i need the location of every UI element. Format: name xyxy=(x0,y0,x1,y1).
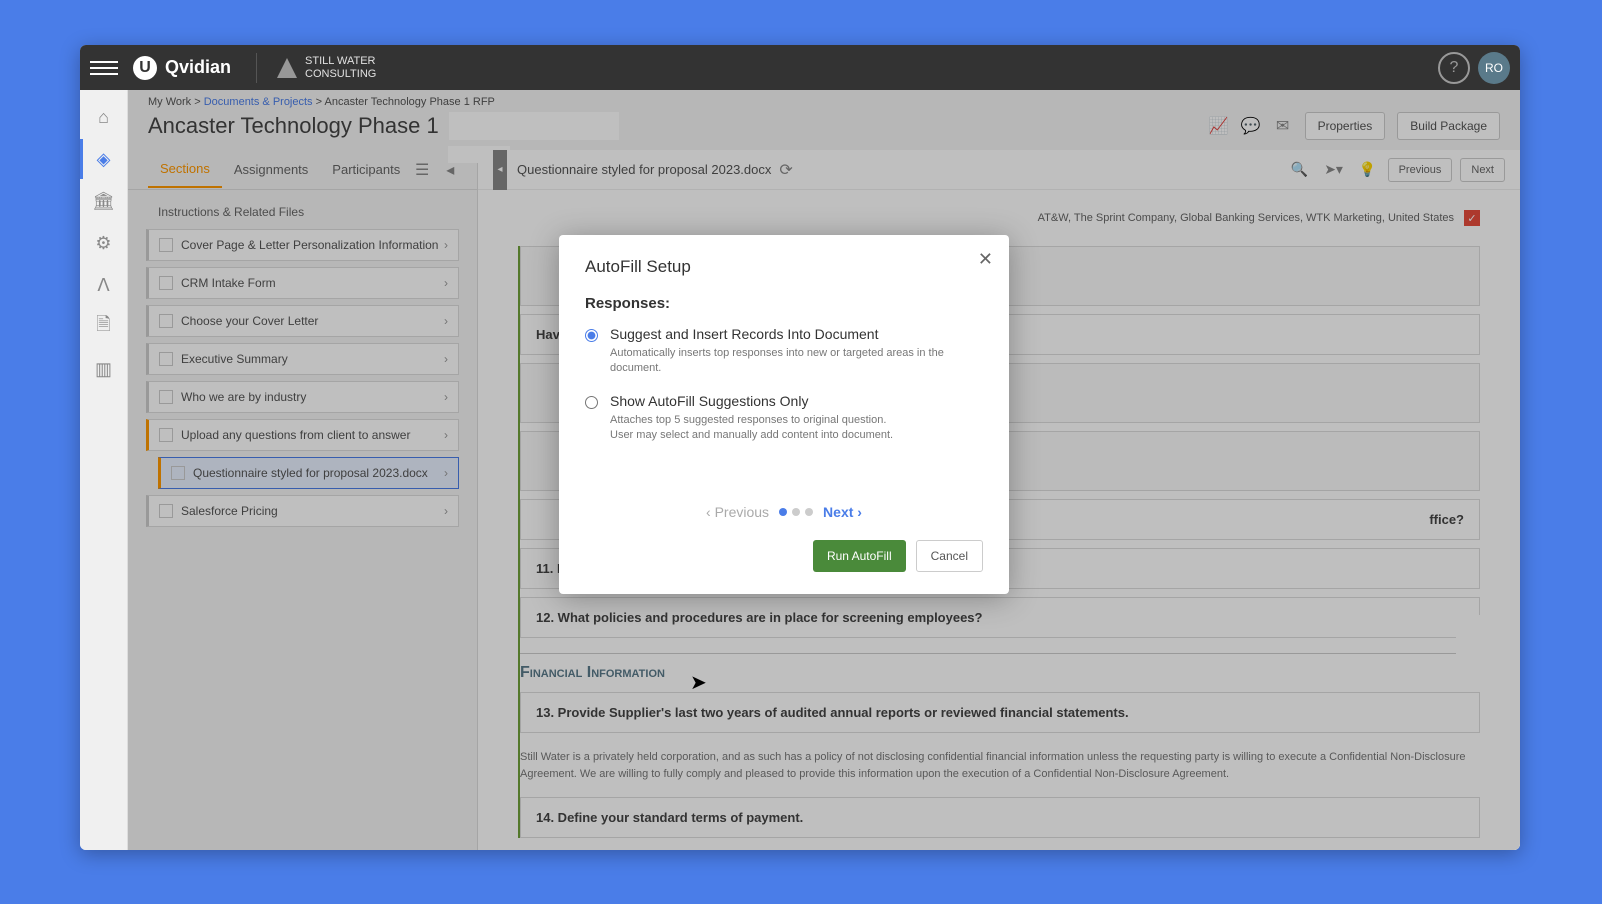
close-icon[interactable]: ✕ xyxy=(978,249,993,270)
option-desc: Automatically inserts top responses into… xyxy=(610,346,983,377)
stepper-next[interactable]: Next › xyxy=(823,504,862,520)
document-icon[interactable]: 🗎 xyxy=(92,315,116,339)
radio-insert[interactable] xyxy=(585,329,598,342)
radio-suggest[interactable] xyxy=(585,396,598,409)
option-desc: User may select and manually add content… xyxy=(610,428,893,443)
menu-icon[interactable] xyxy=(90,54,118,82)
left-rail: ⌂ ◈ 🏛 ⚙ ᐱ 🗎 ▥ xyxy=(80,90,128,850)
modal-title: AutoFill Setup xyxy=(585,257,983,277)
step-dot[interactable] xyxy=(792,508,800,516)
compass-icon[interactable]: ᐱ xyxy=(92,273,116,297)
autofill-modal: ✕ AutoFill Setup Responses: Suggest and … xyxy=(559,235,1009,594)
option-title: Show AutoFill Suggestions Only xyxy=(610,393,893,409)
cancel-button[interactable]: Cancel xyxy=(916,540,983,572)
company-line1: STILL WATER xyxy=(305,55,376,67)
chart-icon[interactable]: ▥ xyxy=(92,357,116,381)
brand-logo-icon: U xyxy=(133,56,157,80)
option-desc: Attaches top 5 suggested responses to or… xyxy=(610,413,893,428)
option-title: Suggest and Insert Records Into Document xyxy=(610,326,983,342)
brand-name: Qvidian xyxy=(165,57,231,78)
settings-icon[interactable]: ⚙ xyxy=(92,231,116,255)
modal-overlay: ✕ AutoFill Setup Responses: Suggest and … xyxy=(128,90,1520,850)
radio-option-suggest[interactable]: Show AutoFill Suggestions Only Attaches … xyxy=(585,393,983,444)
step-dot[interactable] xyxy=(779,508,787,516)
company-logo: STILL WATER CONSULTING xyxy=(277,55,376,79)
sail-icon xyxy=(277,58,297,78)
library-icon[interactable]: 🏛 xyxy=(92,189,116,213)
stepper-prev: ‹ Previous xyxy=(706,504,769,520)
help-icon[interactable]: ? xyxy=(1438,52,1470,84)
modal-stepper: ‹ Previous Next › xyxy=(585,504,983,520)
modal-subtitle: Responses: xyxy=(585,295,983,312)
company-line2: CONSULTING xyxy=(305,68,376,80)
app-window: U Qvidian STILL WATER CONSULTING ? RO ⌂ … xyxy=(80,45,1520,850)
step-dot[interactable] xyxy=(805,508,813,516)
radio-option-insert[interactable]: Suggest and Insert Records Into Document… xyxy=(585,326,983,377)
run-autofill-button[interactable]: Run AutoFill xyxy=(813,540,906,572)
layers-icon[interactable]: ◈ xyxy=(92,147,116,171)
divider xyxy=(256,53,257,83)
home-icon[interactable]: ⌂ xyxy=(92,105,116,129)
user-avatar[interactable]: RO xyxy=(1478,52,1510,84)
top-bar: U Qvidian STILL WATER CONSULTING ? RO xyxy=(80,45,1520,90)
